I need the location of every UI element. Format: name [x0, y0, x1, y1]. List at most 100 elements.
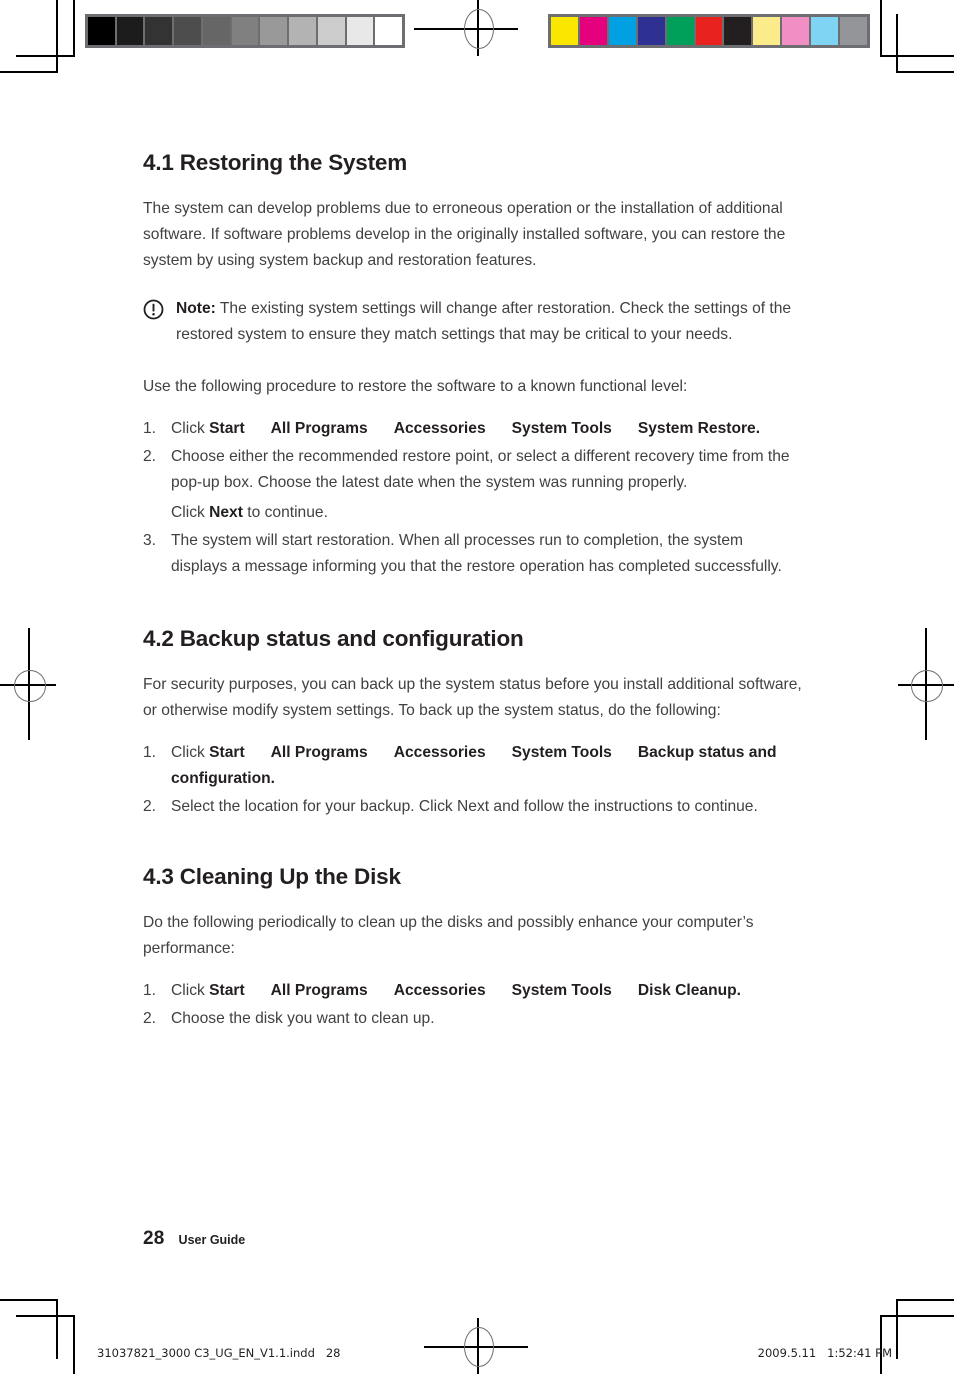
menu-path-2: Accessories [393, 982, 486, 999]
registration-circle [464, 1327, 494, 1367]
crop-mark-line [880, 1315, 882, 1374]
menu-path-2: Accessories [393, 420, 486, 437]
note-lead-label: Note: [176, 300, 216, 317]
crop-mark-line [896, 1299, 954, 1301]
crop-mark-line [16, 55, 74, 57]
crop-mark-line [16, 1315, 74, 1317]
document-page: 4.1 Restoring the System The system can … [0, 0, 954, 1374]
step-suffix: . [736, 982, 741, 999]
section-heading: 4.1 Restoring the System [143, 150, 408, 175]
section-intro-paragraph: Do the following periodically to clean u… [143, 914, 754, 957]
step-number: 2. [143, 1010, 157, 1027]
page-number: 28 [143, 1228, 165, 1249]
step-number: 2. [143, 798, 157, 815]
menu-path-4: Disk Cleanup [637, 982, 737, 999]
menu-path-3: System Tools [511, 744, 612, 761]
step-prefix: Click [171, 420, 210, 437]
section-intro-paragraph: The system can develop problems due to e… [143, 200, 786, 269]
menu-path-1: All Programs [270, 420, 368, 437]
menu-path-4: System Restore [637, 420, 756, 437]
steps-list-4-3: 1. Click Start All Programs Accessories Syst… [143, 978, 803, 1032]
step-number: 1. [143, 744, 157, 761]
step-text: Choose either the recommended restore po… [171, 448, 790, 491]
list-item: 2. Select the location for your backup. C… [143, 794, 803, 820]
section-heading: 4.3 Cleaning Up the Disk [143, 864, 401, 889]
color-swatch-0 [551, 17, 578, 45]
color-swatch-1 [579, 17, 607, 45]
color-swatch-10 [840, 17, 867, 45]
color-swatch-9 [811, 17, 839, 45]
step-number: 1. [143, 982, 157, 999]
color-swatch-5 [695, 17, 723, 45]
color-swatch-4 [666, 17, 694, 45]
crop-mark-line [73, 1315, 75, 1374]
color-swatch-6 [724, 17, 752, 45]
menu-path-1: All Programs [270, 744, 368, 761]
step-text: Choose the disk you want to clean up. [171, 1010, 435, 1027]
step-text: The system will start restoration. When … [171, 532, 782, 575]
menu-path-0: Start [209, 420, 245, 437]
crop-mark-line [73, 0, 75, 57]
slug-filename: 31037821_3000 C3_UG_EN_V1.1.indd 28 [97, 1346, 341, 1360]
list-item: 1. Click Start All Programs Accessories Syst… [143, 740, 803, 792]
crop-mark-line [880, 1315, 954, 1317]
note-body-text: The existing system settings will change… [176, 300, 792, 343]
grayscale-swatch-3 [174, 17, 201, 45]
crop-mark-line [0, 1299, 58, 1301]
sub-prefix: Click [171, 504, 210, 521]
grayscale-swatch-7 [289, 17, 316, 45]
color-swatch-3 [637, 17, 665, 45]
list-item: 2. Choose the disk you want to clean up. [143, 1006, 803, 1032]
crop-mark-line [56, 0, 58, 71]
crop-mark-line [0, 71, 58, 73]
grayscale-swatch-9 [346, 17, 374, 45]
section-heading: 4.2 Backup status and configuration [143, 626, 524, 651]
grayscale-swatch-5 [231, 17, 259, 45]
page-content: 4.1 Restoring the System The system can … [143, 150, 803, 1034]
step-number: 3. [143, 532, 157, 549]
note-callout: Note: The existing system settings will … [143, 296, 803, 348]
list-item: 1. Click Start All Programs Accessories Syst… [143, 416, 803, 442]
exclamation-circle-icon [143, 299, 164, 320]
note-text: Note: The existing system settings will … [176, 296, 803, 348]
grayscale-calibration-bar [85, 14, 405, 48]
grayscale-swatch-10 [375, 17, 403, 45]
step-number: 2. [143, 448, 157, 465]
step-sub-line: Click Next to continue. [171, 500, 803, 526]
list-item: 2. Choose either the recommended restore … [143, 444, 803, 526]
list-item: 1. Click Start All Programs Accessories Syst… [143, 978, 803, 1004]
registration-circle [911, 670, 943, 702]
section-4-1: 4.1 Restoring the System The system can … [143, 150, 803, 580]
crop-mark-line [896, 71, 954, 73]
color-swatch-2 [608, 17, 636, 45]
section-4-3: 4.3 Cleaning Up the Disk Do the followin… [143, 864, 803, 1032]
color-swatch-8 [782, 17, 810, 45]
grayscale-swatch-4 [202, 17, 230, 45]
registration-circle [464, 9, 494, 49]
sub-suffix: to continue. [242, 504, 328, 521]
grayscale-swatch-2 [145, 17, 173, 45]
menu-path-1: All Programs [270, 982, 368, 999]
grayscale-swatch-8 [317, 17, 345, 45]
menu-path-2: Accessories [393, 744, 486, 761]
step-suffix: . [755, 420, 761, 437]
step-prefix: Click [171, 982, 210, 999]
page-footer: 28 User Guide [143, 1228, 245, 1250]
grayscale-swatch-1 [116, 17, 144, 45]
menu-path-3: System Tools [511, 982, 612, 999]
crop-mark-line [880, 0, 882, 57]
step-text: Select the location for your backup. Cli… [171, 798, 758, 815]
crop-mark-line [56, 1299, 58, 1359]
step-prefix: Click [171, 744, 210, 761]
sub-bold-label: Next [209, 504, 243, 521]
guide-label: User Guide [178, 1233, 246, 1247]
steps-list-4-2: 1. Click Start All Programs Accessories Syst… [143, 740, 803, 820]
crop-mark-line [896, 14, 898, 72]
step-number: 1. [143, 420, 157, 437]
menu-path-3: System Tools [511, 420, 612, 437]
grayscale-swatch-6 [260, 17, 288, 45]
crop-mark-line [880, 55, 954, 57]
list-item: 3. The system will start restoration. Whe… [143, 528, 803, 580]
color-calibration-bar [548, 14, 870, 48]
procedure-lead-in: Use the following procedure to restore t… [143, 378, 688, 395]
